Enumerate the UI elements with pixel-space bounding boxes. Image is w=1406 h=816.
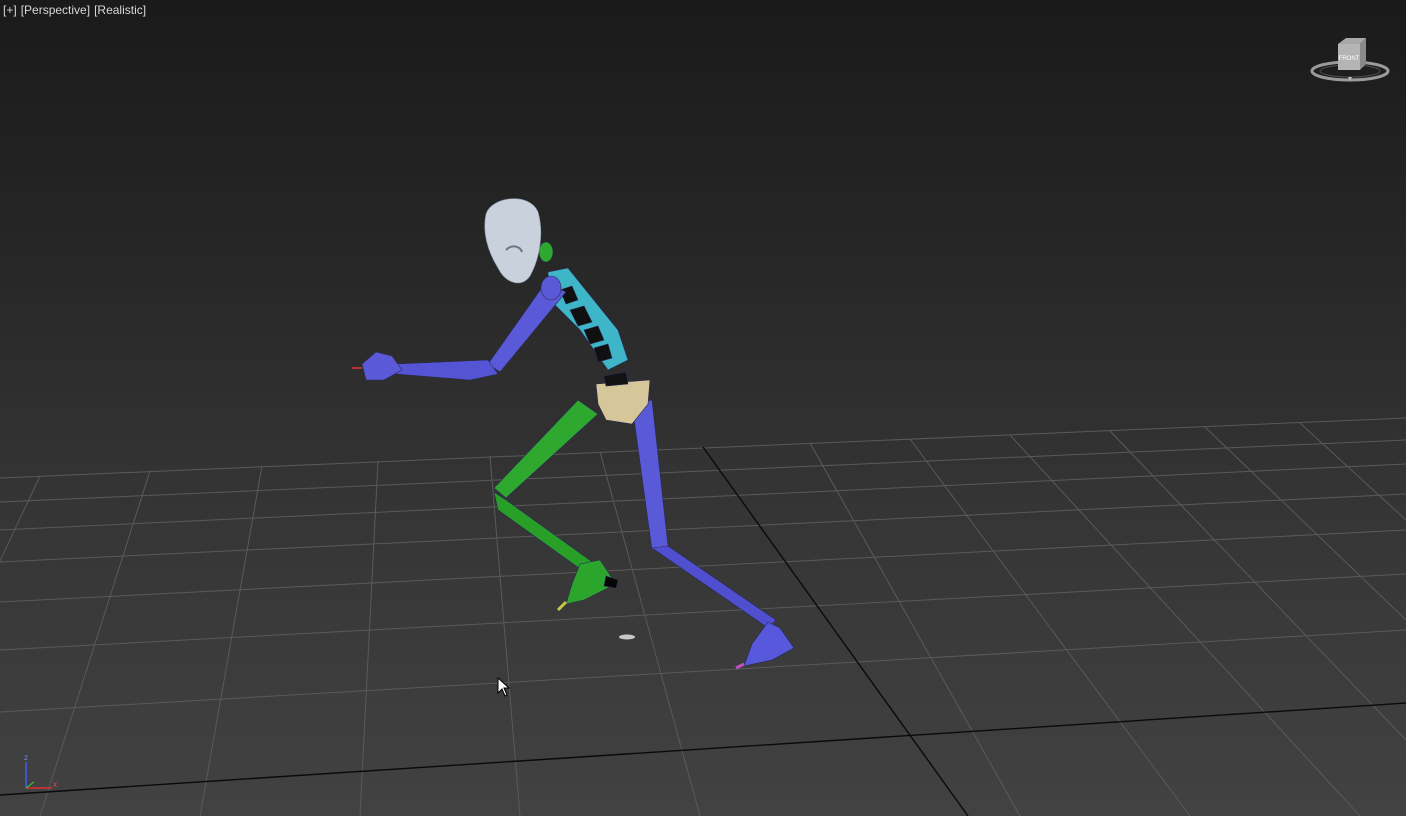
- biped-hand[interactable]: [361, 351, 403, 381]
- home-grid: [0, 417, 1406, 816]
- biped-neck[interactable]: [538, 241, 554, 263]
- biped-forearm[interactable]: [395, 359, 499, 381]
- biped-right-thigh[interactable]: [631, 399, 669, 551]
- viewcube-face-label: FRONT: [1339, 56, 1360, 62]
- mouse-pointer-icon: [497, 677, 511, 697]
- perspective-viewport[interactable]: [0, 0, 1406, 816]
- biped-left-thigh[interactable]: [493, 399, 599, 499]
- axis-z-label: z: [24, 753, 28, 762]
- biped-character[interactable]: [352, 198, 795, 670]
- home-grid-axes: [0, 446, 1406, 816]
- axis-gizmo-icon: z x: [24, 753, 57, 789]
- biped-head[interactable]: [484, 198, 542, 284]
- viewcube-icon[interactable]: FRONT: [1308, 34, 1392, 88]
- ground-marker: [619, 634, 635, 640]
- biped-right-calf[interactable]: [651, 545, 777, 629]
- axis-x-label: x: [53, 780, 57, 789]
- biped-left-toe: [603, 575, 619, 589]
- biped-right-foot[interactable]: [743, 621, 795, 667]
